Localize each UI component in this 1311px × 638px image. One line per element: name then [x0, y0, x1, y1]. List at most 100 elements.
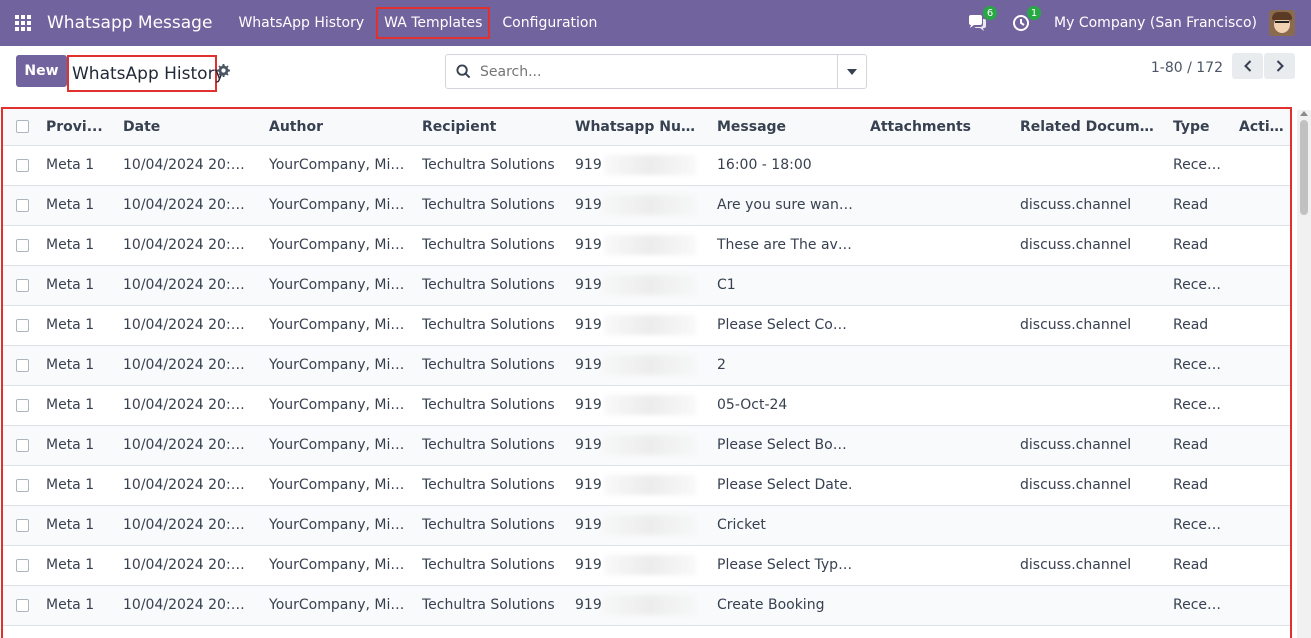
- cell-whatsapp-number: 919: [567, 385, 709, 426]
- row-checkbox[interactable]: [16, 318, 29, 332]
- activity-button[interactable]: 1: [1010, 6, 1042, 34]
- cell-related-document: [1012, 505, 1165, 546]
- scroll-up-arrow-icon[interactable]: [1300, 111, 1308, 116]
- row-checkbox[interactable]: [16, 478, 29, 492]
- cell-author: YourCompany, Mitc...: [261, 385, 414, 426]
- table-row[interactable]: Meta 1 10/04/2024 20:48:52 YourCompany, Mi…: [3, 345, 1290, 386]
- table-row[interactable]: Meta 1 10/04/2024 20:48:45 YourCompany, Mi…: [3, 425, 1290, 466]
- cell-author: YourCompany, Mitc...: [261, 425, 414, 466]
- search-options-toggle[interactable]: [837, 55, 866, 88]
- column-header-attachments[interactable]: Attachments: [862, 109, 1012, 146]
- cell-date: 10/04/2024 20:48:30: [115, 585, 261, 626]
- cell-author: YourCompany, Mitc...: [261, 345, 414, 386]
- table-row[interactable]: Meta 1 10/04/2024 20:48:45 YourCompany, Mi…: [3, 385, 1290, 426]
- table-row[interactable]: Meta 1 10/04/2024 20:48:58 YourCompany, Mi…: [3, 265, 1290, 306]
- caret-down-icon: [847, 68, 857, 75]
- cell-author: YourCompany, Mitc...: [261, 265, 414, 306]
- scrollbar[interactable]: [1297, 110, 1311, 638]
- cell-date: 10/04/2024 20:48:30: [115, 545, 261, 586]
- cell-type: Received: [1165, 265, 1231, 306]
- pager-next-button[interactable]: [1264, 53, 1295, 79]
- top-navbar: Whatsapp Message WhatsApp History WA Tem…: [0, 0, 1311, 46]
- cell-related-document: [1012, 265, 1165, 306]
- row-checkbox[interactable]: [16, 398, 29, 412]
- cell-action: [1231, 345, 1290, 386]
- company-switcher[interactable]: My Company (San Francisco): [1054, 15, 1257, 31]
- row-checkbox[interactable]: [16, 598, 29, 612]
- pager-value[interactable]: 1-80 / 172: [1151, 60, 1223, 76]
- select-all-checkbox[interactable]: [16, 120, 29, 134]
- column-header-related-document[interactable]: Related Documen...: [1012, 109, 1165, 146]
- row-checkbox[interactable]: [16, 438, 29, 452]
- table-row[interactable]: Meta 1 10/04/2024 20:48:38 YourCompany, Mi…: [3, 465, 1290, 506]
- cell-related-document: discuss.channel: [1012, 425, 1165, 466]
- table-row[interactable]: Meta 1 10/04/2024 20:48:58 YourCompany, Mi…: [3, 225, 1290, 266]
- column-header-provider[interactable]: Provi...: [38, 109, 115, 146]
- column-header-action[interactable]: Acti...: [1231, 109, 1290, 146]
- column-header-type[interactable]: Type: [1165, 109, 1231, 146]
- cell-recipient: Techultra Solutions: [414, 385, 567, 426]
- cell-type: Received: [1165, 585, 1231, 626]
- redacted-number-mask: [603, 235, 696, 255]
- cell-message: Please Select Court.: [709, 305, 862, 346]
- search-input[interactable]: [480, 56, 835, 87]
- cell-date: 10/04/2024 20:48:58: [115, 265, 261, 306]
- column-header-author[interactable]: Author: [261, 109, 414, 146]
- app-name[interactable]: Whatsapp Message: [47, 13, 212, 33]
- redacted-number-mask: [603, 355, 696, 375]
- gear-icon[interactable]: [217, 64, 231, 78]
- cell-message: Please Select Date.: [709, 465, 862, 506]
- cell-action: [1231, 305, 1290, 346]
- cell-related-document: discuss.channel: [1012, 185, 1165, 226]
- cell-attachments: [862, 545, 1012, 586]
- cell-related-document: [1012, 345, 1165, 386]
- table-row[interactable]: Meta 1 10/04/2024 20:49:08 YourCompany, Mi…: [3, 145, 1290, 186]
- row-checkbox[interactable]: [16, 518, 29, 532]
- avatar[interactable]: [1269, 10, 1295, 36]
- row-checkbox[interactable]: [16, 158, 29, 172]
- apps-grid-icon[interactable]: [0, 0, 46, 46]
- cell-whatsapp-number: 919: [567, 185, 709, 226]
- table-row[interactable]: Meta 1 10/04/2024 20:49:08 YourCompany, Mi…: [3, 185, 1290, 226]
- cell-whatsapp-number: 919: [567, 545, 709, 586]
- row-checkbox[interactable]: [16, 558, 29, 572]
- cell-action: [1231, 465, 1290, 506]
- cell-message: Create Booking: [709, 585, 862, 626]
- column-header-whatsapp-number[interactable]: Whatsapp Num...: [567, 109, 709, 146]
- cell-message: 16:00 - 18:00: [709, 145, 862, 186]
- column-header-recipient[interactable]: Recipient: [414, 109, 567, 146]
- menu-item-whatsapp-history[interactable]: WhatsApp History: [232, 7, 370, 39]
- column-header-message[interactable]: Message: [709, 109, 862, 146]
- table-row[interactable]: Meta 1 10/04/2024 20:48:30 YourCompany, Mi…: [3, 585, 1290, 626]
- cell-whatsapp-number: 919: [567, 505, 709, 546]
- messages-button[interactable]: 6: [966, 6, 998, 34]
- column-header-date[interactable]: Date: [115, 109, 261, 146]
- table-row[interactable]: Meta 1 10/04/2024 20:48:38 YourCompany, Mi…: [3, 505, 1290, 546]
- cell-action: [1231, 225, 1290, 266]
- cell-attachments: [862, 425, 1012, 466]
- cell-attachments: [862, 305, 1012, 346]
- row-checkbox[interactable]: [16, 238, 29, 252]
- table-row[interactable]: Meta 1 10/04/2024 20:48:52 YourCompany, Mi…: [3, 305, 1290, 346]
- new-button[interactable]: New: [16, 55, 67, 87]
- row-checkbox[interactable]: [16, 198, 29, 212]
- cell-provider: Meta 1: [38, 385, 115, 426]
- redacted-number-mask: [603, 155, 696, 175]
- pager-previous-button[interactable]: [1232, 53, 1263, 79]
- scroll-thumb[interactable]: [1300, 120, 1308, 215]
- row-checkbox[interactable]: [16, 358, 29, 372]
- cell-action: [1231, 265, 1290, 306]
- redacted-number-mask: [603, 315, 696, 335]
- cell-action: [1231, 545, 1290, 586]
- table-row[interactable]: Meta 1 10/04/2024 20:48:30 YourCompany, Mi…: [3, 545, 1290, 586]
- menu-item-configuration[interactable]: Configuration: [496, 7, 603, 39]
- row-checkbox[interactable]: [16, 278, 29, 292]
- menu-item-wa-templates[interactable]: WA Templates: [376, 7, 491, 39]
- messages-badge: 6: [983, 6, 998, 20]
- cell-date: 10/04/2024 20:48:38: [115, 505, 261, 546]
- cell-message: 05-Oct-24: [709, 385, 862, 426]
- cell-date: 10/04/2024 20:48:52: [115, 345, 261, 386]
- cell-attachments: [862, 265, 1012, 306]
- cell-author: YourCompany, Mitc...: [261, 585, 414, 626]
- cell-message: Please Select Type o...: [709, 545, 862, 586]
